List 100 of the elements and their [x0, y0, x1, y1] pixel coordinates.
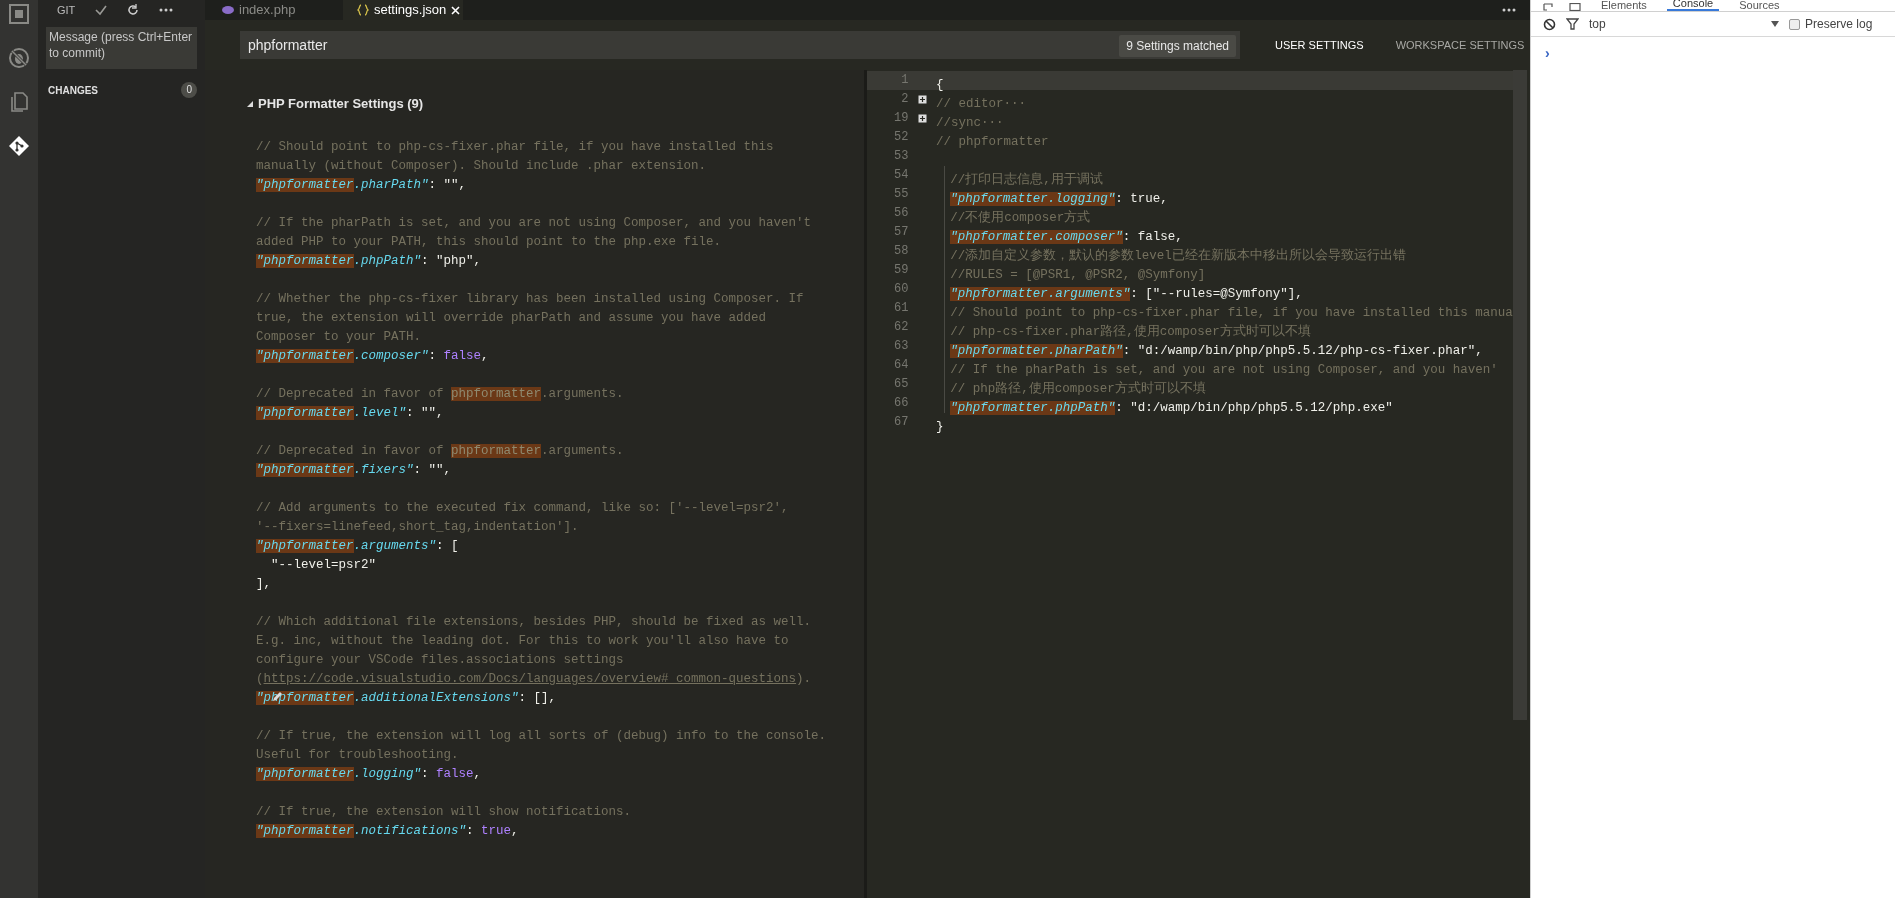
line-number: 55: [894, 187, 909, 201]
code-line: // php路径,使用composer方式时可以不填: [950, 380, 1206, 398]
line-number: 63: [894, 339, 909, 353]
line-number: 57: [894, 225, 909, 239]
line-number: 54: [894, 168, 909, 182]
line-number: 62: [894, 320, 909, 334]
code-line: ],: [256, 576, 272, 593]
inspect-icon[interactable]: [1543, 3, 1555, 11]
section-header[interactable]: PHP Formatter Settings (9): [258, 94, 424, 114]
section-title: CHANGES: [48, 83, 98, 98]
code-line: // Should point to php-cs-fixer.phar file, if you have installed this manua: [950, 305, 1513, 322]
code-line: manually (without Composer). Should include .phar extension.: [256, 158, 708, 175]
filter-icon[interactable]: [1566, 18, 1579, 30]
settings-tab[interactable]: WORKSPACE SETTINGS: [1395, 36, 1525, 54]
code-line: added PHP to your PATH, this should point to the php.exe file.: [256, 234, 723, 251]
square-icon[interactable]: [8, 3, 30, 25]
code-line: Useful for troubleshooting.: [256, 747, 460, 764]
line-number: 1: [901, 73, 909, 87]
line-number: 2: [901, 92, 909, 106]
code-line: // Add arguments to the executed fix command, like so: ['--level=psr2',: [256, 500, 790, 517]
editor-tab[interactable]: settings.json: [343, 0, 463, 20]
count-badge: 0: [181, 82, 197, 98]
context-selector[interactable]: top: [1589, 15, 1779, 33]
match-count-badge: 9 Settings matched: [1119, 35, 1236, 57]
line-number: 67: [893, 415, 909, 429]
git-icon[interactable]: [8, 135, 30, 157]
code-line: //RULES = [@PSR1, @PSR2, @Symfony]: [950, 267, 1206, 284]
code-line: E.g. inc, without the leading dot. For this to work you'll also have to: [256, 633, 790, 650]
devtools-tab[interactable]: Console: [1666, 0, 1720, 11]
code-line: "phpformatter.composer": false,: [950, 229, 1183, 246]
code-line: "phpformatter.pharPath": "d:/wamp/bin/php/php5.5.12/php-cs-fixer.phar",: [950, 343, 1483, 360]
line-number: 59: [894, 263, 909, 277]
code-line: //不使用composer方式: [950, 209, 1091, 227]
code-line: {: [935, 77, 944, 94]
code-line: "phpformatter.notifications": true,: [256, 823, 520, 840]
clear-console-icon[interactable]: [1543, 17, 1556, 31]
preserve-log-checkbox[interactable]: Preserve log: [1789, 15, 1873, 33]
code-line: // If true, the extension will show notifications.: [256, 804, 633, 821]
line-number: 53: [893, 149, 909, 163]
line-number: 52: [893, 130, 909, 144]
braces-icon: [357, 4, 369, 16]
line-number: 61: [894, 301, 909, 315]
code-line: "phpformatter.logging": true,: [950, 191, 1168, 208]
line-number: 60: [894, 282, 909, 296]
code-line: // phpformatter: [935, 134, 1049, 151]
code-line: "phpformatter.additionalExtensions": [],: [256, 690, 558, 707]
code-line: "phpformatter.phpPath": "php",: [256, 253, 483, 270]
devtools-tab[interactable]: Sources: [1733, 0, 1786, 11]
check-icon[interactable]: [95, 4, 108, 16]
panel-title: GIT: [57, 2, 76, 18]
device-icon[interactable]: [1569, 3, 1581, 11]
code-line: //打印日志信息,用于调试: [950, 171, 1103, 189]
console-prompt[interactable]: ›: [1545, 45, 1550, 61]
code-line: "phpformatter.phpPath": "d:/wamp/bin/php/php5.5.12/php.exe": [950, 400, 1393, 417]
php-file-icon: [222, 5, 234, 15]
no-bug-icon[interactable]: [8, 47, 30, 69]
code-line: "phpformatter.level": "",: [256, 405, 445, 422]
code-line: // Deprecated in favor of phpformatter.arguments.: [256, 386, 625, 403]
code-line: "phpformatter.arguments": [: [256, 538, 460, 555]
code-line: "--level=psr2": [270, 557, 378, 574]
close-icon[interactable]: [451, 5, 461, 15]
line-number: 56: [894, 206, 909, 220]
code-line: // Which additional file extensions, besides PHP, should be fixed as well.: [256, 614, 813, 631]
expand-plus-icon[interactable]: [917, 95, 927, 104]
code-line: // Deprecated in favor of phpformatter.arguments.: [256, 443, 625, 460]
code-line: // Should point to php-cs-fixer.phar file, if you have installed this: [256, 139, 775, 156]
line-number: 64: [894, 358, 909, 372]
code-line: // Whether the php-cs-fixer library has been installed using Composer. If: [256, 291, 805, 308]
editor-tab[interactable]: index.php: [208, 0, 343, 20]
code-line: '--fixers=linefeed,short_tag,indentation'].: [256, 519, 580, 536]
code-line: "phpformatter.arguments": ["--rules=@Symfony"],: [950, 286, 1303, 303]
line-number: 58: [894, 244, 909, 258]
pencil-icon[interactable]: [271, 691, 283, 703]
code-line: //sync···: [935, 115, 1004, 132]
settings-tab[interactable]: USER SETTINGS: [1275, 36, 1364, 54]
expand-plus-icon[interactable]: [917, 114, 927, 123]
code-line: // editor···: [935, 96, 1026, 113]
more-icon[interactable]: [1502, 8, 1516, 12]
line-number: 66: [894, 396, 909, 410]
devtools-tab[interactable]: Elements: [1595, 0, 1653, 11]
commit-message-field[interactable]: Message (press Ctrl+Enter to commit): [46, 27, 197, 69]
refresh-icon[interactable]: [127, 4, 140, 16]
code-line: Composer to your PATH.: [256, 329, 423, 346]
files-icon[interactable]: [8, 91, 30, 113]
collapse-triangle-icon[interactable]: [247, 101, 253, 107]
code-line: "phpformatter.logging": false,: [256, 766, 483, 783]
code-line: "phpformatter.pharPath": "",: [256, 177, 468, 194]
code-line: }: [935, 419, 944, 436]
code-line: "phpformatter.composer": false,: [256, 348, 490, 365]
code-line: true, the extension will override pharPath and assume you have added: [256, 310, 768, 327]
more-icon[interactable]: [159, 8, 174, 12]
dropdown-arrow-icon: [1771, 21, 1779, 27]
code-line: // If the pharPath is set, and you are not using Composer, and you haven't: [256, 215, 813, 232]
line-number: 19: [893, 111, 909, 125]
line-number: 65: [894, 377, 909, 391]
code-line: configure your VSCode files.associations settings: [256, 652, 625, 669]
code-line: // php-cs-fixer.phar路径,使用composer方式时可以不填: [950, 323, 1311, 341]
code-line: (https://code.visualstudio.com/Docs/languages/overview#_common-questions).: [256, 671, 813, 688]
code-line: // If true, the extension will log all sorts of (debug) info to the console.: [256, 728, 828, 745]
code-line: "phpformatter.fixers": "",: [256, 462, 453, 479]
